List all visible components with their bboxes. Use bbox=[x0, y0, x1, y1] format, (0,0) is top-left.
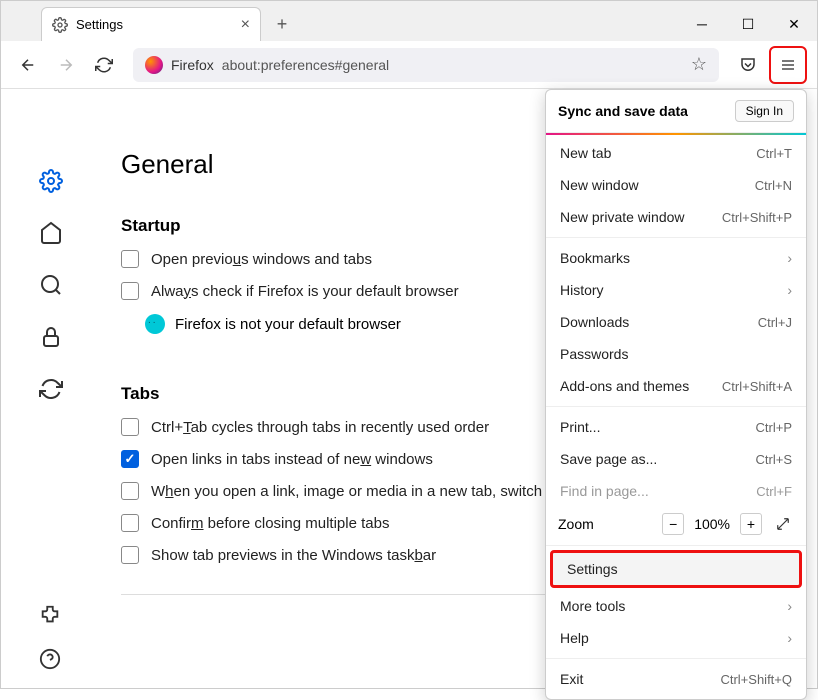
menu-separator bbox=[546, 658, 806, 659]
taskbar-preview-label: Show tab previews in the Windows taskbar bbox=[151, 547, 436, 564]
tab-close-icon[interactable]: × bbox=[241, 16, 250, 34]
forward-button[interactable] bbox=[49, 48, 83, 82]
zoom-value: 100% bbox=[694, 516, 730, 532]
firefox-logo-icon bbox=[145, 56, 163, 74]
chevron-right-icon: › bbox=[787, 282, 792, 298]
brand-label: Firefox bbox=[171, 57, 214, 73]
new-tab-button[interactable]: + bbox=[267, 9, 297, 39]
menu-gradient-separator bbox=[546, 133, 806, 135]
menu-find-in-page: Find in page... Ctrl+F bbox=[546, 475, 806, 507]
menu-new-window[interactable]: New window Ctrl+N bbox=[546, 169, 806, 201]
globe-icon bbox=[145, 314, 165, 334]
bookmark-star-icon[interactable]: ☆ bbox=[691, 54, 707, 75]
url-bar[interactable]: Firefox about:preferences#general ☆ bbox=[133, 48, 719, 82]
open-links-label: Open links in tabs instead of new window… bbox=[151, 451, 433, 468]
reload-button[interactable] bbox=[87, 48, 121, 82]
menu-new-tab[interactable]: New tab Ctrl+T bbox=[546, 137, 806, 169]
browser-tab[interactable]: Settings × bbox=[41, 7, 261, 41]
open-previous-label: Open previous windows and tabs bbox=[151, 251, 372, 268]
menu-sync-header: Sync and save data Sign In bbox=[546, 90, 806, 133]
open-links-checkbox[interactable] bbox=[121, 450, 139, 468]
fullscreen-button[interactable] bbox=[772, 513, 794, 535]
nav-privacy-icon[interactable] bbox=[39, 325, 63, 349]
menu-addons[interactable]: Add-ons and themes Ctrl+Shift+A bbox=[546, 370, 806, 402]
menu-exit[interactable]: Exit Ctrl+Shift+Q bbox=[546, 663, 806, 695]
toolbar: Firefox about:preferences#general ☆ bbox=[1, 41, 817, 89]
app-menu-panel: Sync and save data Sign In New tab Ctrl+… bbox=[545, 89, 807, 700]
window-controls: ─ ☐ ✕ bbox=[679, 7, 817, 41]
url-text: about:preferences#general bbox=[222, 57, 389, 73]
window-titlebar: Settings × + ─ ☐ ✕ bbox=[1, 1, 817, 41]
menu-new-private-window[interactable]: New private window Ctrl+Shift+P bbox=[546, 201, 806, 233]
nav-help-icon[interactable] bbox=[39, 648, 63, 672]
switch-to-checkbox[interactable] bbox=[121, 482, 139, 500]
zoom-out-button[interactable]: − bbox=[662, 513, 684, 535]
menu-bookmarks[interactable]: Bookmarks › bbox=[546, 242, 806, 274]
nav-sync-icon[interactable] bbox=[39, 377, 63, 401]
menu-passwords[interactable]: Passwords bbox=[546, 338, 806, 370]
ctrl-tab-checkbox[interactable] bbox=[121, 418, 139, 436]
nav-search-icon[interactable] bbox=[39, 273, 63, 297]
close-button[interactable]: ✕ bbox=[771, 7, 817, 41]
confirm-close-label: Confirm before closing multiple tabs bbox=[151, 515, 389, 532]
menu-separator bbox=[546, 406, 806, 407]
chevron-right-icon: › bbox=[787, 598, 792, 614]
menu-settings[interactable]: Settings bbox=[550, 550, 802, 588]
zoom-in-button[interactable]: + bbox=[740, 513, 762, 535]
menu-more-tools[interactable]: More tools › bbox=[546, 590, 806, 622]
settings-nav bbox=[1, 89, 101, 688]
nav-extensions-icon[interactable] bbox=[39, 604, 63, 628]
always-check-label: Always check if Firefox is your default … bbox=[151, 283, 459, 300]
nav-general-icon[interactable] bbox=[39, 169, 63, 193]
minimize-button[interactable]: ─ bbox=[679, 7, 725, 41]
chevron-right-icon: › bbox=[787, 250, 792, 266]
confirm-close-checkbox[interactable] bbox=[121, 514, 139, 532]
taskbar-preview-checkbox[interactable] bbox=[121, 546, 139, 564]
menu-print[interactable]: Print... Ctrl+P bbox=[546, 411, 806, 443]
maximize-button[interactable]: ☐ bbox=[725, 7, 771, 41]
signin-button[interactable]: Sign In bbox=[735, 100, 794, 122]
app-menu-highlight bbox=[769, 46, 807, 84]
menu-separator bbox=[546, 545, 806, 546]
always-check-checkbox[interactable] bbox=[121, 282, 139, 300]
menu-save-as[interactable]: Save page as... Ctrl+S bbox=[546, 443, 806, 475]
nav-home-icon[interactable] bbox=[39, 221, 63, 245]
open-previous-checkbox[interactable] bbox=[121, 250, 139, 268]
menu-downloads[interactable]: Downloads Ctrl+J bbox=[546, 306, 806, 338]
menu-help[interactable]: Help › bbox=[546, 622, 806, 654]
chevron-right-icon: › bbox=[787, 630, 792, 646]
ctrl-tab-label: Ctrl+Tab cycles through tabs in recently… bbox=[151, 419, 489, 436]
menu-separator bbox=[546, 237, 806, 238]
not-default-label: Firefox is not your default browser bbox=[175, 316, 401, 333]
pocket-button[interactable] bbox=[731, 48, 765, 82]
sync-label: Sync and save data bbox=[558, 103, 688, 119]
back-button[interactable] bbox=[11, 48, 45, 82]
gear-icon bbox=[52, 17, 68, 33]
menu-zoom-row: Zoom − 100% + bbox=[546, 507, 806, 541]
zoom-label: Zoom bbox=[558, 516, 662, 532]
menu-history[interactable]: History › bbox=[546, 274, 806, 306]
app-menu-button[interactable] bbox=[772, 49, 804, 81]
tab-title: Settings bbox=[76, 17, 123, 32]
switch-to-label: When you open a link, image or media in … bbox=[151, 483, 550, 500]
